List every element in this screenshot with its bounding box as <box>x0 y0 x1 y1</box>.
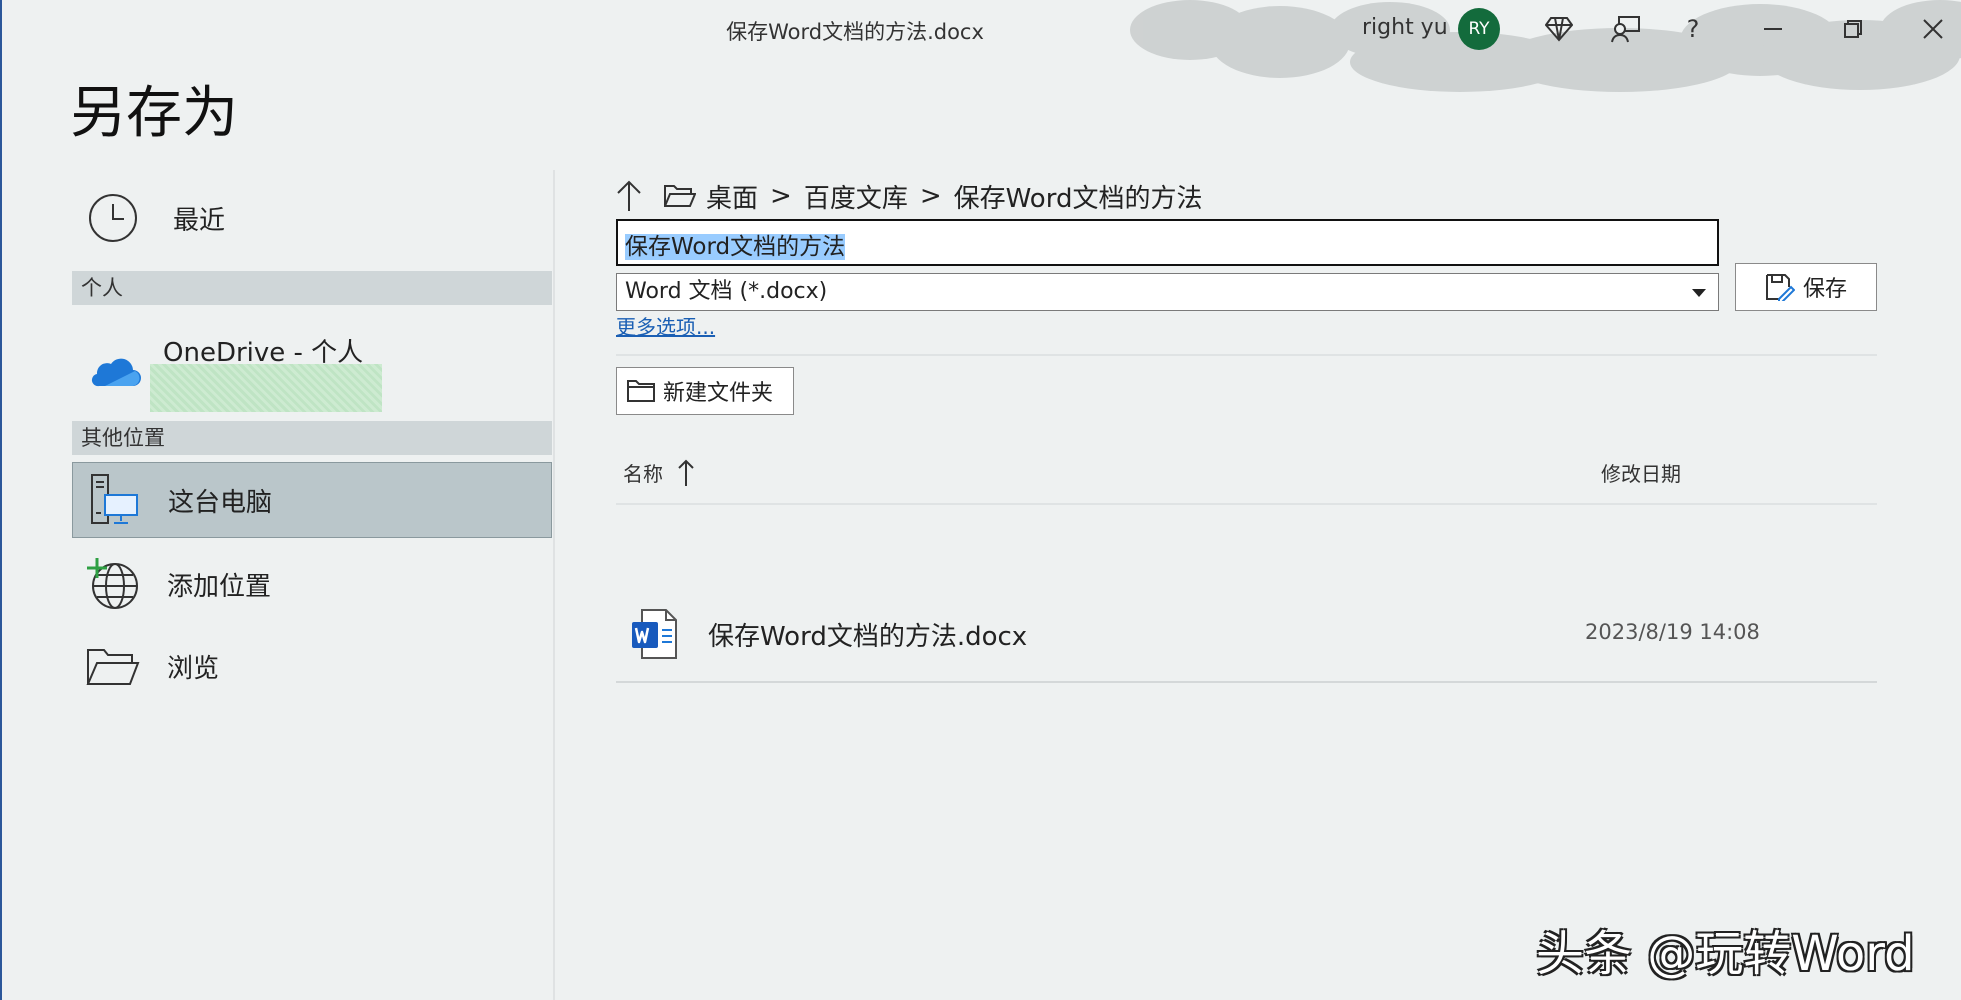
divider <box>616 354 1877 356</box>
diamond-icon[interactable] <box>1542 12 1576 46</box>
arrow-up-icon <box>678 459 694 486</box>
nav-item-label: 浏览 <box>167 653 220 684</box>
save-icon <box>1765 274 1795 301</box>
title-bar: 保存Word文档的方法.docx right yu RY ? <box>0 0 1961 92</box>
minimize-icon[interactable] <box>1756 12 1790 46</box>
cloud-art-background <box>1130 0 1961 92</box>
breadcrumb-item[interactable]: 桌面 <box>706 178 758 215</box>
breadcrumb-item[interactable]: 百度文库 <box>804 178 908 215</box>
close-icon[interactable] <box>1916 12 1950 46</box>
column-label: 名称 <box>623 462 663 486</box>
nav-item-this-pc[interactable]: 这台电脑 <box>72 462 552 538</box>
breadcrumb-separator: > <box>770 181 792 211</box>
filetype-select[interactable]: Word 文档 (*.docx) <box>616 273 1719 311</box>
breadcrumb: 桌面 > 百度文库 > 保存Word文档的方法 <box>616 176 1202 216</box>
account-name[interactable]: right yu <box>1362 15 1448 40</box>
nav-item-add-place[interactable]: 添加位置 <box>72 546 552 622</box>
nav-item-label: 添加位置 <box>167 571 272 602</box>
computer-icon <box>83 469 145 531</box>
arrow-up-icon[interactable] <box>616 180 642 212</box>
clock-icon <box>82 187 144 249</box>
help-icon[interactable]: ? <box>1676 12 1710 46</box>
divider <box>616 503 1877 505</box>
coauthor-icon[interactable] <box>1609 12 1643 46</box>
column-header-date[interactable]: 修改日期 <box>1601 458 1681 487</box>
save-button[interactable]: 保存 <box>1735 263 1877 311</box>
avatar[interactable]: RY <box>1458 8 1500 50</box>
new-folder-button[interactable]: 新建文件夹 <box>616 367 794 415</box>
account-email-redacted <box>150 364 382 412</box>
nav-item-browse[interactable]: 浏览 <box>72 628 552 704</box>
folder-open-icon <box>82 635 144 697</box>
word-doc-icon <box>630 608 680 664</box>
nav-item-label: 最近 <box>173 205 226 236</box>
divider <box>616 681 1877 683</box>
breadcrumb-item[interactable]: 保存Word文档的方法 <box>954 178 1203 215</box>
nav-divider <box>553 170 555 1000</box>
more-options-link[interactable]: 更多选项... <box>616 311 715 340</box>
list-item[interactable]: 保存Word文档的方法.docx 2023/8/19 14:08 <box>616 600 1877 682</box>
chevron-down-icon <box>1692 289 1706 297</box>
new-folder-label: 新建文件夹 <box>663 381 774 406</box>
breadcrumb-separator: > <box>919 181 942 211</box>
folder-icon <box>627 380 655 402</box>
file-date: 2023/8/19 14:08 <box>1585 620 1760 644</box>
nav-item-recent[interactable]: 最近 <box>72 180 552 256</box>
window-edge <box>0 0 2 1000</box>
folder-icon <box>664 184 696 208</box>
nav-section-personal: 个人 <box>72 271 552 305</box>
filetype-value: Word 文档 (*.docx) <box>625 279 828 304</box>
filename-value: 保存Word文档的方法 <box>625 234 846 260</box>
document-title: 保存Word文档的方法.docx <box>726 20 984 44</box>
watermark-text: 头条 @玩转Word <box>1536 926 1915 982</box>
globe-add-icon <box>82 553 144 615</box>
column-header-name[interactable]: 名称 <box>623 458 695 487</box>
nav-section-other: 其他位置 <box>72 421 552 455</box>
page-title: 另存为 <box>70 81 238 146</box>
restore-icon[interactable] <box>1836 12 1870 46</box>
onedrive-icon <box>82 339 144 401</box>
filename-field[interactable]: 保存Word文档的方法 <box>616 219 1719 266</box>
file-name: 保存Word文档的方法.docx <box>708 622 1028 652</box>
nav-item-label: 这台电脑 <box>168 487 273 518</box>
save-label: 保存 <box>1802 277 1847 302</box>
